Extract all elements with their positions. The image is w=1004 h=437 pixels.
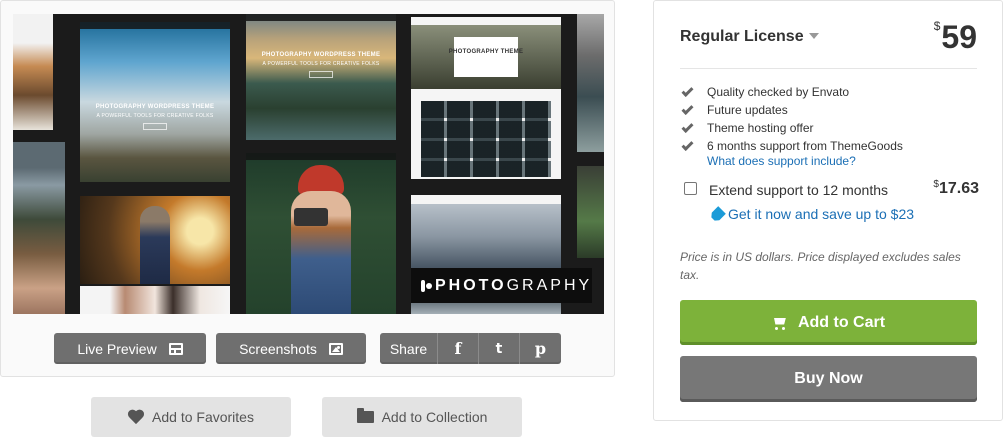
preview-thumbnail xyxy=(577,14,604,152)
add-to-cart-button[interactable]: Add to Cart xyxy=(680,300,977,345)
add-to-collection-label: Add to Collection xyxy=(381,409,488,425)
live-preview-button[interactable]: Live Preview xyxy=(54,333,206,364)
live-preview-label: Live Preview xyxy=(77,340,157,357)
license-name: Regular License xyxy=(680,28,804,45)
cart-icon xyxy=(772,316,788,330)
preview-thumbnail: PHOTOGRAPHY WORDPRESS THEME A POWERFUL T… xyxy=(80,22,230,182)
buy-now-button[interactable]: Buy Now xyxy=(680,356,977,402)
image-icon xyxy=(328,342,343,355)
extend-support-row: Extend support to 12 months $17.63 Get i… xyxy=(682,179,979,219)
preview-thumbnail xyxy=(577,166,604,258)
check-icon xyxy=(681,102,694,115)
preview-thumbnail: PHOTOGRAPHY WORDPRESS THEME A POWERFUL T… xyxy=(246,14,396,140)
preview-thumbnail xyxy=(246,153,396,314)
feature-item: Future updates xyxy=(681,101,982,119)
add-to-favorites-button[interactable]: Add to Favorites xyxy=(91,397,291,437)
add-to-cart-label: Add to Cart xyxy=(797,313,886,331)
badge-text-light: GRAPHY xyxy=(506,276,593,294)
pinterest-icon[interactable]: p xyxy=(520,333,561,364)
share-label: Share xyxy=(380,333,438,364)
license-selector[interactable]: Regular License xyxy=(680,28,819,46)
support-info-link[interactable]: What does support include? xyxy=(707,154,856,168)
layout-icon xyxy=(168,342,183,355)
tag-icon xyxy=(709,206,726,223)
screenshots-label: Screenshots xyxy=(239,340,317,357)
heart-icon xyxy=(128,410,144,425)
check-icon xyxy=(681,138,694,151)
preview-thumbnail xyxy=(80,196,230,284)
twitter-icon[interactable]: t xyxy=(479,333,520,364)
chevron-down-icon xyxy=(808,33,819,39)
add-to-collection-button[interactable]: Add to Collection xyxy=(322,397,522,437)
screenshots-button[interactable]: Screenshots xyxy=(216,333,366,364)
feature-item: 6 months support from ThemeGoods xyxy=(681,137,982,155)
check-icon xyxy=(681,84,694,97)
feature-item: Quality checked by Envato xyxy=(681,83,982,101)
extend-support-price: $17.63 xyxy=(933,179,979,197)
license-price: $59 xyxy=(933,19,977,55)
preview-thumbnail xyxy=(80,286,230,314)
extend-support-label[interactable]: Extend support to 12 months xyxy=(709,182,888,198)
camera-icon xyxy=(421,279,432,292)
preview-thumbnail xyxy=(13,14,53,130)
folder-icon xyxy=(356,408,374,423)
theme-preview-image[interactable]: PHOTOGRAPHY WORDPRESS THEME A POWERFUL T… xyxy=(13,14,604,314)
buy-now-label: Buy Now xyxy=(794,370,863,387)
purchase-card: Regular License $59 Quality checked by E… xyxy=(653,0,1003,421)
badge-text-bold: PHOTO xyxy=(435,276,507,294)
share-button-group: Share f t p xyxy=(380,333,561,364)
preview-thumbnail xyxy=(13,142,65,314)
feature-item: Theme hosting offer xyxy=(681,119,982,137)
preview-thumbnail: PHOTOGRAPHY THEME xyxy=(411,17,561,179)
check-icon xyxy=(681,120,694,133)
license-row: Regular License $59 xyxy=(680,19,977,69)
item-preview-card: PHOTOGRAPHY WORDPRESS THEME A POWERFUL T… xyxy=(0,0,615,377)
add-to-favorites-label: Add to Favorites xyxy=(152,409,254,425)
price-note: Price is in US dollars. Price displayed … xyxy=(680,250,961,282)
save-offer-link[interactable]: Get it now and save up to $23 xyxy=(711,206,914,222)
photography-logo-badge: PHOTOGRAPHY xyxy=(411,268,592,303)
feature-list: Quality checked by Envato Future updates… xyxy=(681,83,982,155)
facebook-icon[interactable]: f xyxy=(438,333,479,364)
extend-support-checkbox[interactable] xyxy=(684,182,697,195)
